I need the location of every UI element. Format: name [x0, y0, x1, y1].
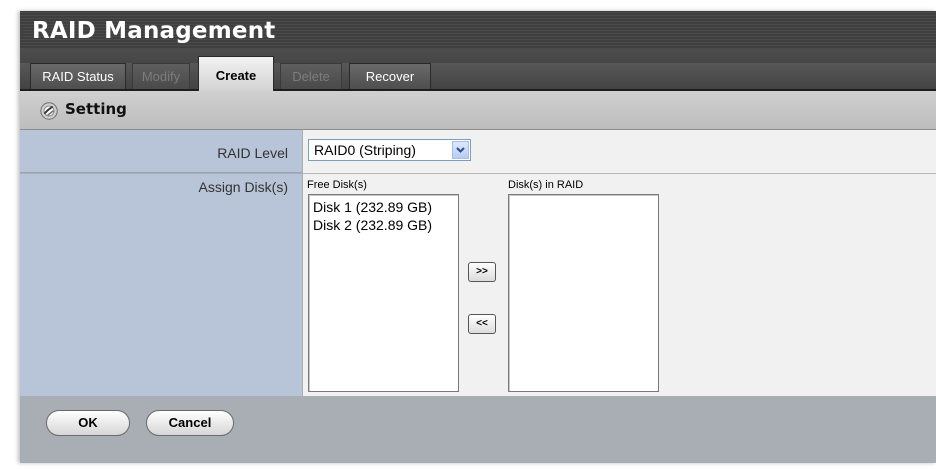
raid-level-select[interactable]: RAID0 (Striping): [308, 139, 471, 161]
list-item[interactable]: Disk 1 (232.89 GB): [309, 198, 458, 216]
ok-button[interactable]: OK: [46, 410, 130, 436]
raid-disks-list[interactable]: [508, 194, 659, 392]
tab-create[interactable]: Create: [198, 56, 274, 91]
tab-raid-status[interactable]: RAID Status: [30, 63, 126, 89]
tab-modify: Modify: [132, 63, 190, 89]
raid-level-label: RAID Level: [20, 130, 302, 173]
section-header: Setting: [20, 91, 936, 130]
free-disks-list[interactable]: Disk 1 (232.89 GB) Disk 2 (232.89 GB): [308, 194, 459, 392]
chevron-down-icon[interactable]: [452, 141, 469, 159]
list-item[interactable]: Disk 2 (232.89 GB): [309, 216, 458, 234]
page-title: RAID Management: [32, 18, 276, 44]
gear-icon: [40, 102, 58, 120]
tab-recover[interactable]: Recover: [349, 63, 431, 89]
raid-disks-label: Disk(s) in RAID: [508, 179, 584, 191]
button-bar: OK Cancel: [20, 397, 936, 463]
raid-level-value: RAID0 (Striping): [314, 142, 416, 158]
tab-delete: Delete: [280, 63, 342, 89]
title-bar: RAID Management: [20, 11, 936, 49]
assign-disks-cell: Free Disk(s) Disk(s) in RAID Disk 1 (232…: [303, 174, 936, 396]
settings-panel: Setting RAID Level RAID0 (Striping) Assi…: [20, 91, 936, 463]
assign-disks-label: Assign Disk(s): [20, 174, 302, 396]
cancel-button[interactable]: Cancel: [146, 410, 234, 436]
free-disks-label: Free Disk(s): [307, 179, 367, 191]
add-disk-button[interactable]: >>: [468, 262, 496, 282]
section-title: Setting: [65, 100, 127, 118]
raid-level-cell: RAID0 (Striping): [303, 130, 936, 174]
raid-management-window: RAID Management RAID Status Modify Creat…: [20, 11, 936, 463]
remove-disk-button[interactable]: <<: [468, 314, 496, 334]
